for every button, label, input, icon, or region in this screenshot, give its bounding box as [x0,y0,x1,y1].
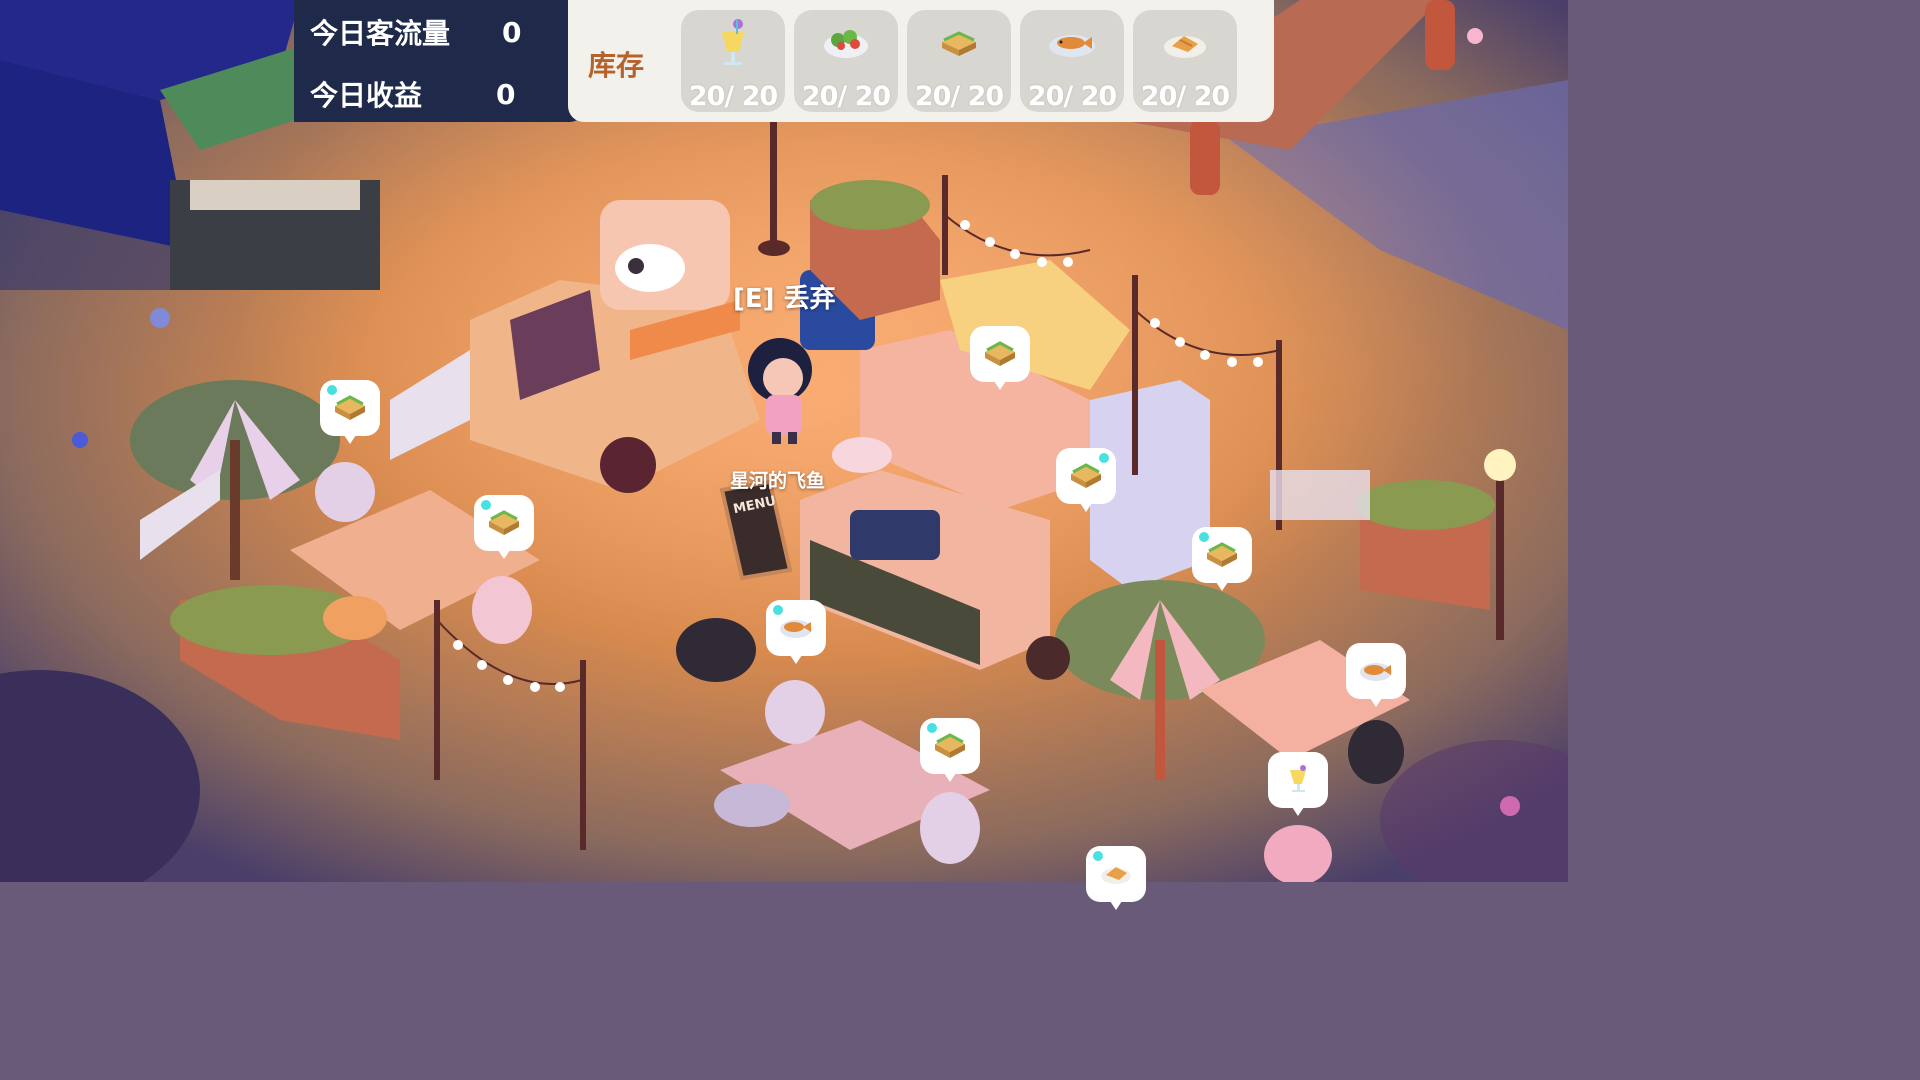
slot-count: 20/ 20 [1027,81,1117,112]
grilled-fish-icon [1360,663,1392,681]
order-bubble [474,495,534,559]
inventory-slot-salad[interactable]: 20/ 20 [794,10,898,112]
player-name-tag: 星河的飞鱼 [730,470,826,492]
stat-value: 0 [496,77,516,111]
order-bubble [1086,846,1146,910]
game-world [0,0,1568,882]
fried-fish-icon [1101,867,1131,884]
order-bubble [970,326,1030,390]
inventory-slot-cocktail[interactable]: 20/ 20 [681,10,785,112]
order-bubble [1346,643,1406,707]
interaction-prompt: [E] 丢弃 [733,284,836,314]
order-bubble [1268,752,1328,816]
order-bubble [1192,527,1252,591]
inventory-panel: 库存 20/ 20 20/ 20 20/ 20 20/ 20 20/ 20 [568,0,1274,122]
order-bubble [1056,448,1116,512]
sandwich-icon [335,395,365,420]
cocktail-icon [722,19,744,65]
order-bubble [920,718,980,782]
stat-row-traffic: 今日客流量 0 [310,12,521,52]
sandwich-icon [985,341,1015,366]
order-bubble [320,380,380,444]
inventory-slot-sandwich[interactable]: 20/ 20 [907,10,1011,112]
inventory-title: 库存 [588,49,645,82]
stat-row-revenue: 今日收益 0 [310,74,515,114]
inventory-slot-fried-fish[interactable]: 20/ 20 [1133,10,1237,112]
grilled-fish-icon [780,620,812,638]
cocktail-icon [1290,765,1306,792]
slot-count: 20/ 20 [688,81,778,112]
fried-fish-icon [1164,36,1206,58]
inventory-slot-grilled-fish[interactable]: 20/ 20 [1020,10,1124,112]
daily-stats-panel: 今日客流量 0 今日收益 0 [294,0,584,122]
sandwich-icon [942,31,976,56]
stat-value: 0 [502,15,522,49]
sandwich-icon [489,510,519,535]
stat-label: 今日收益 [310,79,423,112]
stat-label: 今日客流量 [310,17,451,50]
slot-count: 20/ 20 [914,81,1004,112]
order-bubble [766,600,826,664]
sandwich-icon [1071,463,1101,488]
grilled-fish-icon [1049,35,1095,57]
slot-count: 20/ 20 [1140,81,1230,112]
salad-icon [824,30,868,58]
slot-count: 20/ 20 [801,81,891,112]
sandwich-icon [935,733,965,758]
sandwich-icon [1207,542,1237,567]
